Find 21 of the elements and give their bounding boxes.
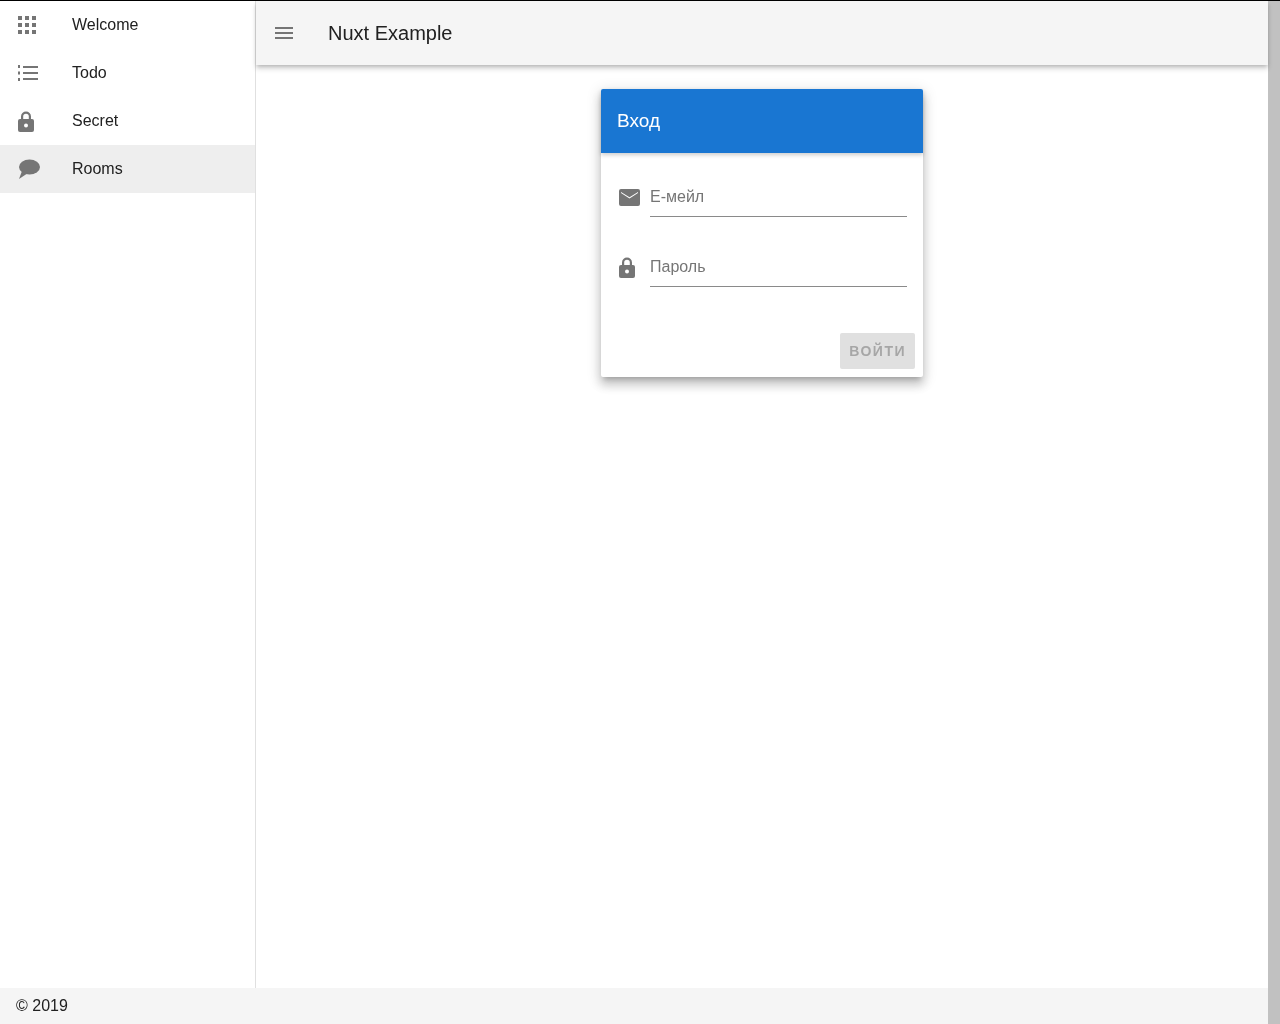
email-field[interactable]: Е-мейл [650, 177, 907, 217]
envelope-icon [619, 188, 640, 206]
card-title: Вход [617, 110, 660, 132]
numbered-list-icon [18, 64, 38, 82]
apps-grid-icon [18, 16, 36, 34]
nav-item[interactable]: Secret [0, 97, 255, 145]
lock-icon [18, 110, 34, 132]
nav-label: Rooms [72, 160, 123, 178]
lock-icon [619, 256, 635, 278]
nav-label: Secret [72, 112, 119, 130]
copyright-text: © 2019 [16, 997, 68, 1015]
scrollbar[interactable] [1268, 1, 1280, 1024]
nav-item[interactable]: Todo [0, 49, 255, 97]
nav-label: Todo [72, 64, 107, 82]
toolbar-title: Nuxt Example [328, 21, 453, 45]
nav-label: Welcome [72, 16, 139, 34]
nav-item[interactable]: Welcome [0, 1, 255, 49]
nav-item[interactable]: Rooms [0, 145, 255, 193]
password-field[interactable]: Пароль [650, 247, 907, 287]
speech-bubble-icon [18, 159, 40, 179]
menu-icon[interactable] [275, 27, 293, 39]
